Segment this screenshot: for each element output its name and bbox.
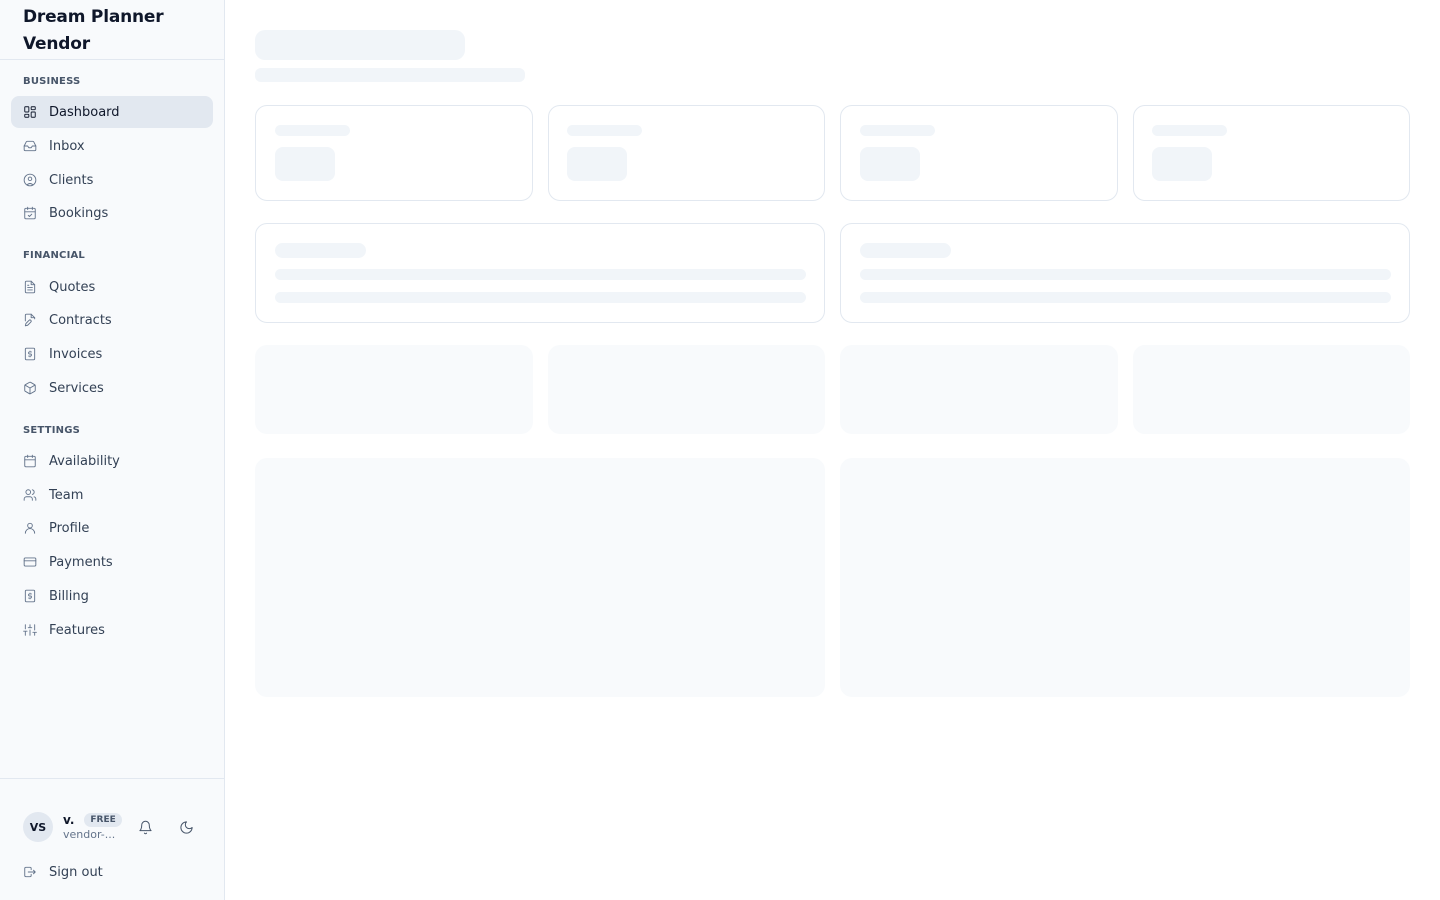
users-icon xyxy=(23,488,37,502)
skeleton-page-subtitle xyxy=(255,68,525,82)
bell-icon xyxy=(138,820,153,835)
sidebar-item-payments[interactable]: Payments xyxy=(11,546,213,578)
sidebar-item-label: Bookings xyxy=(49,205,109,221)
sidebar-item-label: Inbox xyxy=(49,138,85,154)
sidebar-item-label: Features xyxy=(49,622,105,638)
sidebar-item-invoices[interactable]: Invoices xyxy=(11,338,213,370)
sidebar-item-availability[interactable]: Availability xyxy=(11,445,213,477)
document-edit-icon xyxy=(23,313,37,327)
log-out-icon xyxy=(23,865,49,879)
sidebar-item-label: Profile xyxy=(49,520,90,536)
sidebar-item-team[interactable]: Team xyxy=(11,479,213,511)
skeleton-stat-card xyxy=(840,105,1118,201)
sidebar: Dream Planner Vendor BUSINESS Dashboard … xyxy=(0,0,225,900)
app-title: Dream Planner Vendor xyxy=(23,7,164,54)
sidebar-item-label: Contracts xyxy=(49,312,112,328)
inbox-icon xyxy=(23,139,37,153)
user-name: v. xyxy=(63,813,75,827)
skeleton-line xyxy=(275,125,350,136)
skeleton-block xyxy=(548,345,825,434)
skeleton-block xyxy=(1133,345,1410,434)
user-icon xyxy=(23,521,37,535)
brand: Dream Planner Vendor xyxy=(0,0,224,60)
skeleton-value xyxy=(860,147,920,181)
skeleton-stat-card xyxy=(548,105,825,201)
sidebar-item-label: Availability xyxy=(49,453,120,469)
sidebar-item-label: Payments xyxy=(49,554,113,570)
calendar-check-icon xyxy=(23,206,37,220)
theme-toggle-button[interactable] xyxy=(174,815,198,839)
skeleton-large-panel xyxy=(840,458,1410,697)
user-circle-icon xyxy=(23,173,37,187)
credit-card-icon xyxy=(23,555,37,569)
skeleton-line xyxy=(860,243,951,258)
sidebar-item-contracts[interactable]: Contracts xyxy=(11,304,213,336)
section-label-settings: SETTINGS xyxy=(23,425,81,436)
dashboard-icon xyxy=(23,105,37,119)
skeleton-line xyxy=(275,243,366,258)
moon-icon xyxy=(179,820,194,835)
skeleton-value xyxy=(567,147,627,181)
receipt-dollar-icon xyxy=(23,347,37,361)
skeleton-line xyxy=(567,125,642,136)
skeleton-panel-card xyxy=(840,223,1410,323)
sidebar-item-clients[interactable]: Clients xyxy=(11,164,213,196)
sign-out-label: Sign out xyxy=(49,864,103,880)
sidebar-item-label: Invoices xyxy=(49,346,103,362)
plan-badge: FREE xyxy=(84,813,122,827)
sidebar-item-label: Team xyxy=(49,487,84,503)
section-label-financial: FINANCIAL xyxy=(23,250,86,261)
user-email: vendor-... xyxy=(63,828,116,841)
skeleton-stat-card xyxy=(255,105,533,201)
skeleton-value xyxy=(1152,147,1212,181)
sidebar-item-features[interactable]: Features xyxy=(11,614,213,646)
sidebar-item-profile[interactable]: Profile xyxy=(11,512,213,544)
section-label-business: BUSINESS xyxy=(23,76,81,87)
sidebar-item-bookings[interactable]: Bookings xyxy=(11,197,213,229)
skeleton-block xyxy=(255,345,533,434)
skeleton-block xyxy=(840,345,1118,434)
sidebar-item-label: Dashboard xyxy=(49,104,120,120)
sidebar-item-dashboard[interactable]: Dashboard xyxy=(11,96,213,128)
sidebar-item-quotes[interactable]: Quotes xyxy=(11,271,213,303)
sliders-icon xyxy=(23,623,37,637)
sidebar-divider xyxy=(0,778,224,779)
skeleton-line xyxy=(1152,125,1227,136)
document-icon xyxy=(23,280,37,294)
sign-out-button[interactable]: Sign out xyxy=(11,856,213,888)
skeleton-line xyxy=(860,269,1391,280)
skeleton-large-panel xyxy=(255,458,825,697)
skeleton-line xyxy=(275,269,806,280)
user-meta: v. FREE vendor-... xyxy=(63,813,123,841)
sidebar-item-services[interactable]: Services xyxy=(11,372,213,404)
sidebar-item-label: Services xyxy=(49,380,104,396)
skeleton-line xyxy=(860,292,1391,303)
skeleton-page-title xyxy=(255,30,465,60)
sidebar-item-label: Clients xyxy=(49,172,94,188)
sidebar-item-label: Quotes xyxy=(49,279,96,295)
skeleton-line xyxy=(275,292,806,303)
package-icon xyxy=(23,381,37,395)
sidebar-item-billing[interactable]: Billing xyxy=(11,580,213,612)
avatar[interactable]: VS xyxy=(23,812,53,842)
skeleton-stat-card xyxy=(1133,105,1410,201)
skeleton-line xyxy=(860,125,935,136)
sidebar-item-inbox[interactable]: Inbox xyxy=(11,130,213,162)
notifications-button[interactable] xyxy=(133,815,157,839)
receipt-dollar-icon xyxy=(23,589,37,603)
calendar-icon xyxy=(23,454,37,468)
sidebar-item-label: Billing xyxy=(49,588,89,604)
skeleton-panel-card xyxy=(255,223,825,323)
skeleton-value xyxy=(275,147,335,181)
